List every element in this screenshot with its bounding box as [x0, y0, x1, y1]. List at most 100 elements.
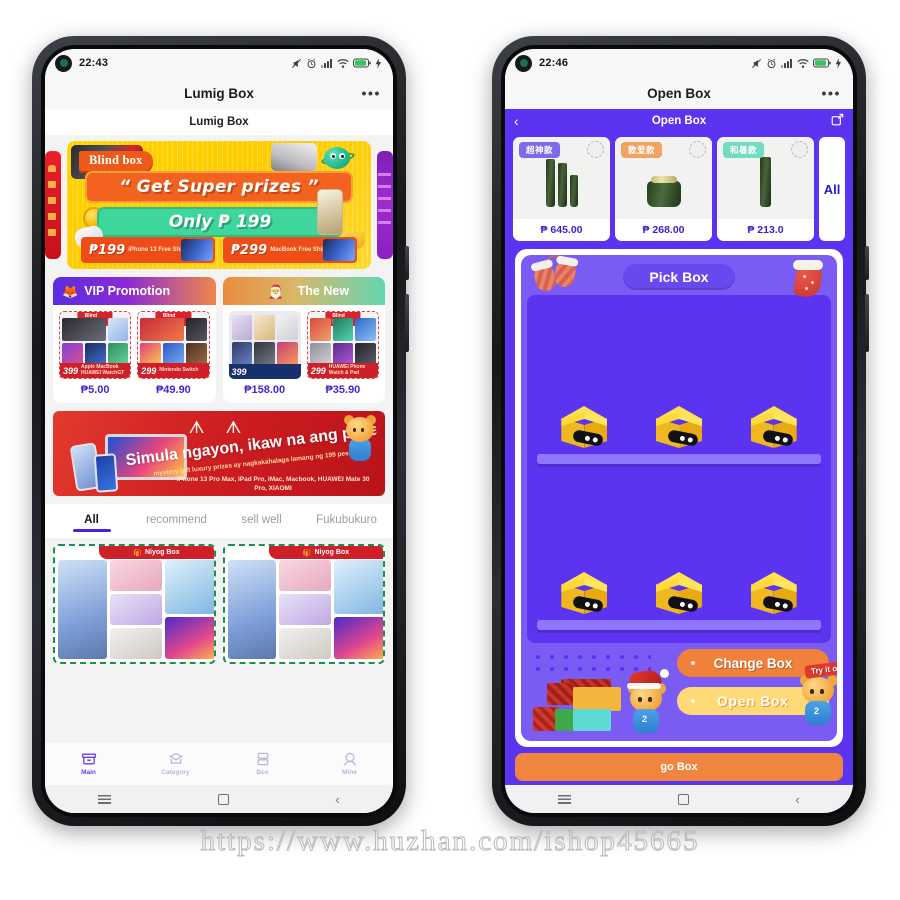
- home-icon[interactable]: [217, 793, 229, 805]
- promo-item[interactable]: Blind Box: [59, 311, 132, 396]
- box-cabinet: Pick Box 2 Change Box Try it out Open Bo…: [521, 255, 837, 741]
- carousel-peek-right[interactable]: [377, 151, 393, 259]
- charging-icon: [835, 57, 841, 69]
- wifi-icon: [337, 58, 349, 68]
- stocking-icon: [791, 259, 825, 299]
- carousel-slide-active[interactable]: Blind box “ Get Super prizes ” Only ₱ 19…: [67, 141, 371, 269]
- app-content-right: ‹ Open Box 超神款 ₱ 645.00 款爱款 ₱ 268.00 和暑款…: [505, 109, 853, 813]
- phone-volume-button: [405, 294, 409, 352]
- promo-item-price: ₱5.00: [80, 384, 110, 396]
- promo-thumb: 399: [228, 311, 301, 379]
- product-price: ₱ 645.00: [513, 219, 610, 241]
- phone-side-button: [405, 246, 409, 280]
- product-strip-card[interactable]: 超神款 ₱ 645.00: [513, 137, 610, 241]
- status-time: 22:46: [539, 57, 569, 69]
- battery-icon: [813, 58, 831, 68]
- carousel-peek-left[interactable]: [45, 151, 61, 259]
- product-card[interactable]: 🎁 Niyog Box: [53, 544, 216, 664]
- hero-carousel[interactable]: Blind box “ Get Super prizes ” Only ₱ 19…: [45, 141, 393, 269]
- app-title-bar-right: Open Box •••: [505, 77, 853, 109]
- slide-thumb-right: [271, 143, 317, 171]
- badge-caption: Apple MacBook HUAWEI WatchGT: [81, 364, 125, 376]
- promo-item-price: ₱35.90: [325, 384, 361, 396]
- mittens-icon: [532, 255, 587, 297]
- seal-icon: [689, 141, 706, 158]
- promo-card-header: 🦊 VIP Promotion: [53, 277, 216, 305]
- pick-box-button[interactable]: Pick Box: [623, 264, 735, 290]
- santa-hat-icon: 🎅: [267, 283, 284, 299]
- change-box-button[interactable]: Change Box Try it out: [677, 649, 837, 679]
- banner-product-list: iPhone 13 Pro Max, iPad Pro, iMac, Macbo…: [176, 476, 370, 493]
- mystery-box[interactable]: [750, 572, 797, 618]
- status-icons: [751, 57, 841, 69]
- nav-label: Box: [256, 769, 269, 776]
- app-bar-title: Open Box: [651, 115, 707, 127]
- thumb-price-badge: 299 HUAWEI Phone Watch & Pad: [307, 363, 378, 378]
- phone-mockup-right: 22:46 Open Box ••• ‹ Open Box 超神款 ₱ 645.…: [492, 36, 869, 826]
- open-box-label: Open Box: [717, 693, 789, 709]
- carousel-ticket-row: ₱199 iPhone 13 Free Shipping ₱299 MacBoo…: [81, 237, 357, 263]
- phone-screen-left: 22:43 Lumig Box ••• Lumig Box Blind box …: [45, 49, 393, 813]
- nav-item-box[interactable]: Box: [219, 751, 306, 776]
- carousel-ticket[interactable]: ₱199 iPhone 13 Free Shipping: [81, 237, 215, 263]
- tab-all[interactable]: All: [49, 510, 134, 532]
- alarm-icon: [767, 58, 776, 68]
- promo-title: VIP Promotion: [84, 284, 171, 298]
- promo-banner-red[interactable]: ᗑ ᗑ Simula ngayon, ikaw na ang panalo my…: [53, 411, 385, 496]
- home-icon[interactable]: [677, 793, 689, 805]
- nav-label: Category: [161, 769, 190, 776]
- back-icon[interactable]: ‹: [795, 793, 799, 806]
- promo-item[interactable]: 399 ₱158.00: [228, 311, 301, 396]
- badge-number: 299: [310, 365, 326, 376]
- nav-item-main[interactable]: Main: [45, 751, 132, 776]
- phone-volume-button: [865, 294, 869, 352]
- iphone-image: [317, 189, 343, 235]
- wifi-icon: [797, 58, 809, 68]
- mystery-box[interactable]: [561, 406, 608, 452]
- seal-icon: [587, 141, 604, 158]
- mystery-box[interactable]: [750, 406, 797, 452]
- promo-card-vip[interactable]: 🦊 VIP Promotion Blind Box: [53, 277, 216, 403]
- share-icon[interactable]: [831, 113, 844, 129]
- person-icon: [343, 752, 356, 766]
- status-icons: [291, 57, 381, 69]
- promo-card-new[interactable]: 🎅 The New 399 ₱158.00 Blind 299 HUAWEI P…: [222, 277, 385, 403]
- go-box-button[interactable]: go Box: [515, 753, 843, 781]
- thumb-price-badge: 399 Apple MacBook HUAWEI WatchGT: [60, 363, 131, 378]
- sub-header: Lumig Box: [45, 109, 393, 135]
- mystery-box[interactable]: [655, 406, 702, 452]
- tab-sell-well[interactable]: sell well: [219, 510, 304, 532]
- product-price: ₱ 213.0: [717, 219, 814, 241]
- back-button[interactable]: ‹: [514, 114, 519, 128]
- nav-item-mine[interactable]: Mine: [306, 751, 393, 776]
- fox-icon: 🦊: [62, 283, 79, 299]
- more-menu-button[interactable]: •••: [361, 85, 381, 101]
- product-strip-card[interactable]: 和暑款 ₱ 213.0: [717, 137, 814, 241]
- promo-item[interactable]: Blind Box: [137, 311, 210, 396]
- app-content-left: Lumig Box Blind box “ Get Super prizes ”…: [45, 109, 393, 813]
- nav-item-category[interactable]: Category: [132, 751, 219, 776]
- product-label-badge: 超神款: [519, 142, 561, 158]
- change-box-label: Change Box: [713, 655, 793, 671]
- menu-icon[interactable]: [98, 794, 112, 804]
- menu-icon[interactable]: [558, 794, 572, 804]
- signal-icon: [321, 58, 332, 68]
- mute-icon: [752, 58, 761, 68]
- front-camera-icon: [515, 54, 532, 72]
- view-all-button[interactable]: All: [819, 137, 845, 241]
- pick-box-row: Pick Box: [527, 255, 831, 299]
- shelf-bar: [537, 620, 821, 630]
- mystery-box[interactable]: [561, 572, 608, 618]
- promo-item[interactable]: Blind Box: [306, 311, 379, 396]
- promo-card-row: 🦊 VIP Promotion Blind Box: [45, 269, 393, 403]
- more-menu-button[interactable]: •••: [821, 85, 841, 101]
- thumb-price-badge: 299 Nintendo Switch: [138, 363, 209, 378]
- mystery-box[interactable]: [655, 572, 702, 618]
- bear-mascot-icon: [343, 415, 377, 463]
- tab-fukubukuro[interactable]: Fukubukuro: [304, 510, 389, 532]
- carousel-ticket[interactable]: ₱299 MacBook Free Shipping: [223, 237, 357, 263]
- back-icon[interactable]: ‹: [335, 793, 339, 806]
- product-strip-card[interactable]: 款爱款 ₱ 268.00: [615, 137, 712, 241]
- product-card[interactable]: 🎁 Niyog Box: [222, 544, 385, 664]
- tab-recommend[interactable]: recommend: [134, 510, 219, 532]
